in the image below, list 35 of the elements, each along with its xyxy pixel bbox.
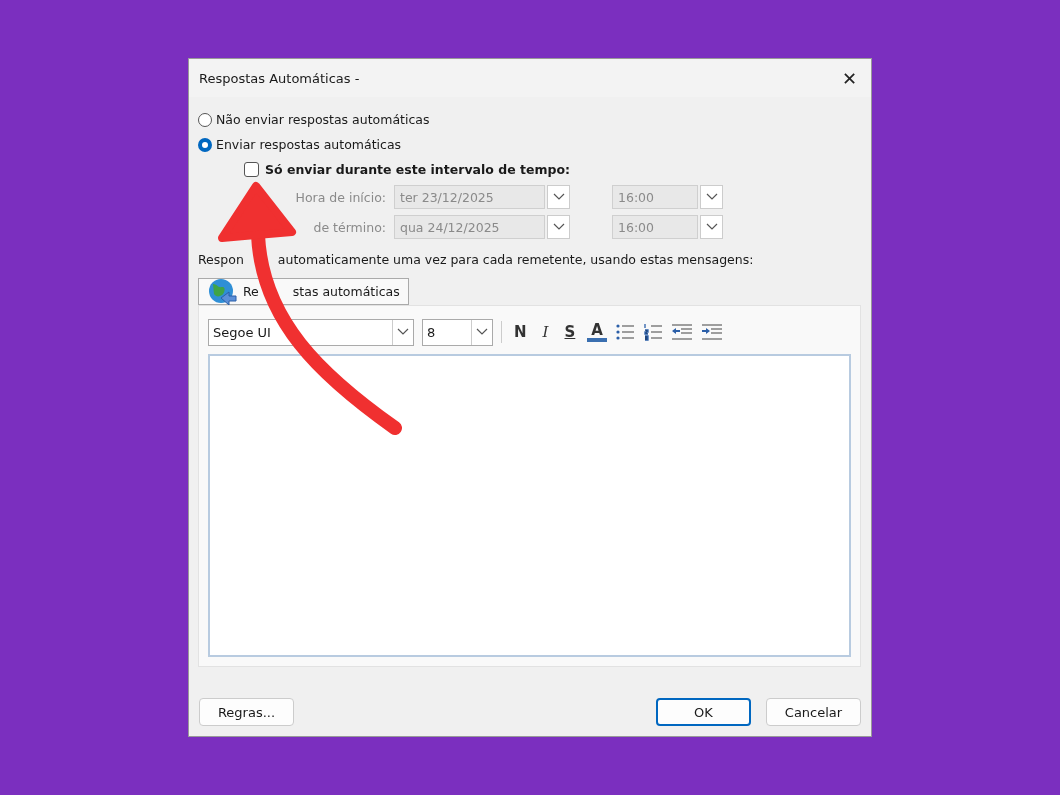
field-label: de término: [312, 219, 386, 235]
tab[interactable]: Re stas automáticas [198, 278, 409, 305]
increase-indent-icon[interactable] [700, 323, 723, 341]
dropdown-button[interactable] [700, 215, 723, 239]
globe-arrow-icon [207, 277, 237, 306]
font-color-button[interactable]: A [587, 322, 607, 342]
underline-button[interactable]: S [560, 323, 580, 341]
radio-option[interactable]: Enviar respostas automáticas [198, 132, 861, 157]
radio-option[interactable]: Não enviar respostas automáticas [198, 107, 861, 132]
dialog-button[interactable]: Cancelar [766, 698, 861, 726]
dialog-button[interactable]: Regras... [199, 698, 294, 726]
dropdown-button[interactable] [547, 185, 570, 209]
font-dropdown[interactable]: Segoe UI [208, 318, 414, 346]
chevron-down-icon [552, 223, 565, 231]
chevron-down-icon [552, 193, 565, 201]
instruction-text: automaticamente uma vez para cada remetente, usando estas mensagens: [277, 252, 754, 267]
field-label: Hora de início: [294, 189, 386, 205]
chevron-down-icon [476, 328, 488, 336]
italic-button[interactable]: I [538, 323, 553, 341]
window-title: Respostas Automáticas - [199, 70, 360, 86]
decrease-indent-icon[interactable] [670, 323, 693, 341]
chevron-down-icon [705, 223, 718, 231]
size-dropdown[interactable]: 8 [422, 318, 493, 346]
chevron-down-icon [705, 193, 718, 201]
chevron-down-icon [397, 328, 409, 336]
dialog-button[interactable]: OK [656, 698, 751, 726]
bold-button[interactable]: N [510, 323, 531, 341]
message-editor[interactable] [208, 354, 851, 657]
numbered-list-icon[interactable] [642, 323, 663, 341]
close-button[interactable]: ✕ [837, 67, 861, 89]
instruction-text: Respon [198, 252, 244, 267]
bullet-list-icon[interactable] [614, 323, 635, 341]
dropdown-button[interactable] [700, 185, 723, 209]
dropdown-button[interactable] [547, 215, 570, 239]
checkbox-option[interactable]: Só enviar durante este intervalo de tempo: [244, 157, 861, 182]
